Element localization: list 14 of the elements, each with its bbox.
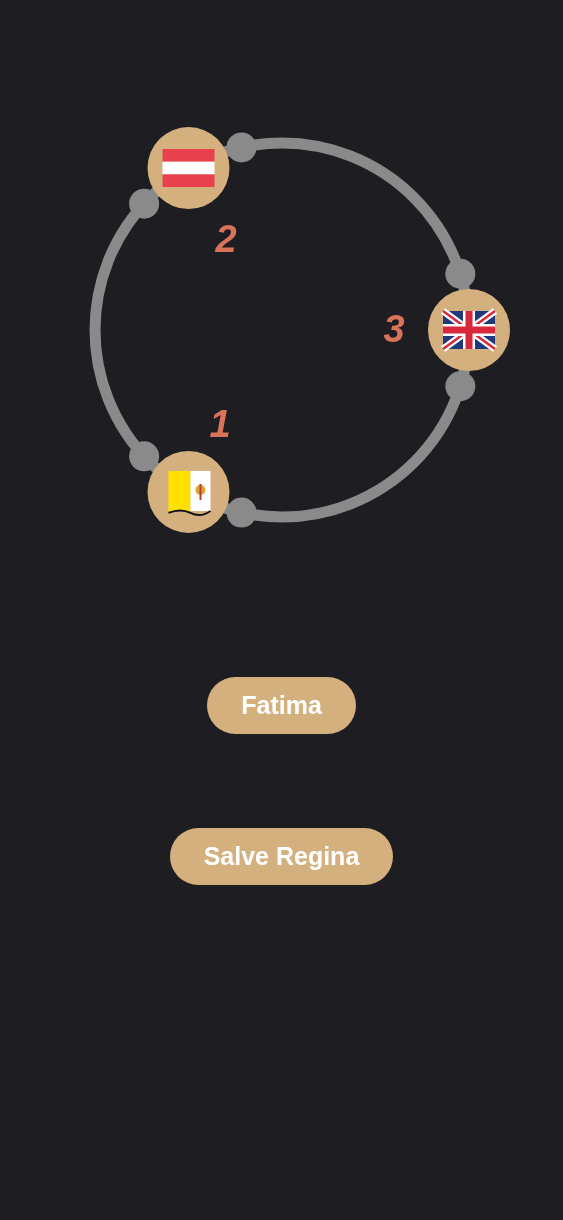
node-number: 1 [209, 403, 231, 445]
ring-dot [226, 132, 257, 163]
ring-dot [445, 371, 476, 402]
ring-dot [129, 188, 160, 219]
flag-icon [439, 307, 499, 353]
prayer-button[interactable]: Salve Regina [169, 828, 394, 885]
ring-dot [129, 441, 160, 472]
prayer-button[interactable]: Fatima [207, 677, 356, 734]
node-number: 3 [383, 308, 405, 350]
node-number: 2 [215, 218, 237, 260]
flag-icon [162, 149, 215, 188]
ring-dot [226, 497, 257, 528]
flag-icon [167, 470, 212, 517]
ring-dot [445, 258, 476, 289]
